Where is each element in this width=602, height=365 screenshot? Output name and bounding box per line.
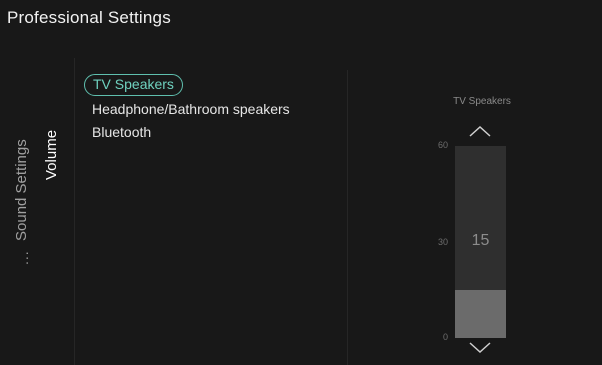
chevron-up-icon[interactable] bbox=[469, 125, 491, 137]
breadcrumb: ... Sound Settings Volume bbox=[0, 58, 76, 365]
panel-divider bbox=[347, 70, 348, 365]
menu-item-bluetooth[interactable]: Bluetooth bbox=[84, 122, 298, 144]
volume-slider[interactable]: 15 bbox=[455, 146, 506, 338]
breadcrumb-sound-settings[interactable]: Sound Settings bbox=[13, 139, 30, 241]
scale-label-min: 0 bbox=[442, 332, 448, 342]
volume-slider-fill bbox=[455, 290, 506, 338]
professional-settings-screen: Professional Settings ... Sound Settings… bbox=[0, 0, 602, 365]
breadcrumb-divider bbox=[74, 58, 75, 365]
chevron-down-icon[interactable] bbox=[469, 342, 491, 354]
breadcrumb-more[interactable]: ... bbox=[15, 250, 31, 265]
volume-value: 15 bbox=[471, 232, 490, 249]
slider-title: TV Speakers bbox=[453, 96, 511, 107]
menu-item-tv-speakers[interactable]: TV Speakers bbox=[84, 74, 183, 96]
scale-label-max: 60 bbox=[437, 140, 448, 150]
breadcrumb-volume: Volume bbox=[43, 129, 60, 180]
menu-item-headphone-bathroom-speakers[interactable]: Headphone/Bathroom speakers bbox=[84, 99, 298, 121]
page-title: Professional Settings bbox=[7, 8, 171, 27]
volume-menu: TV Speakers Headphone/Bathroom speakers … bbox=[84, 74, 298, 145]
scale-label-mid: 30 bbox=[437, 237, 448, 247]
